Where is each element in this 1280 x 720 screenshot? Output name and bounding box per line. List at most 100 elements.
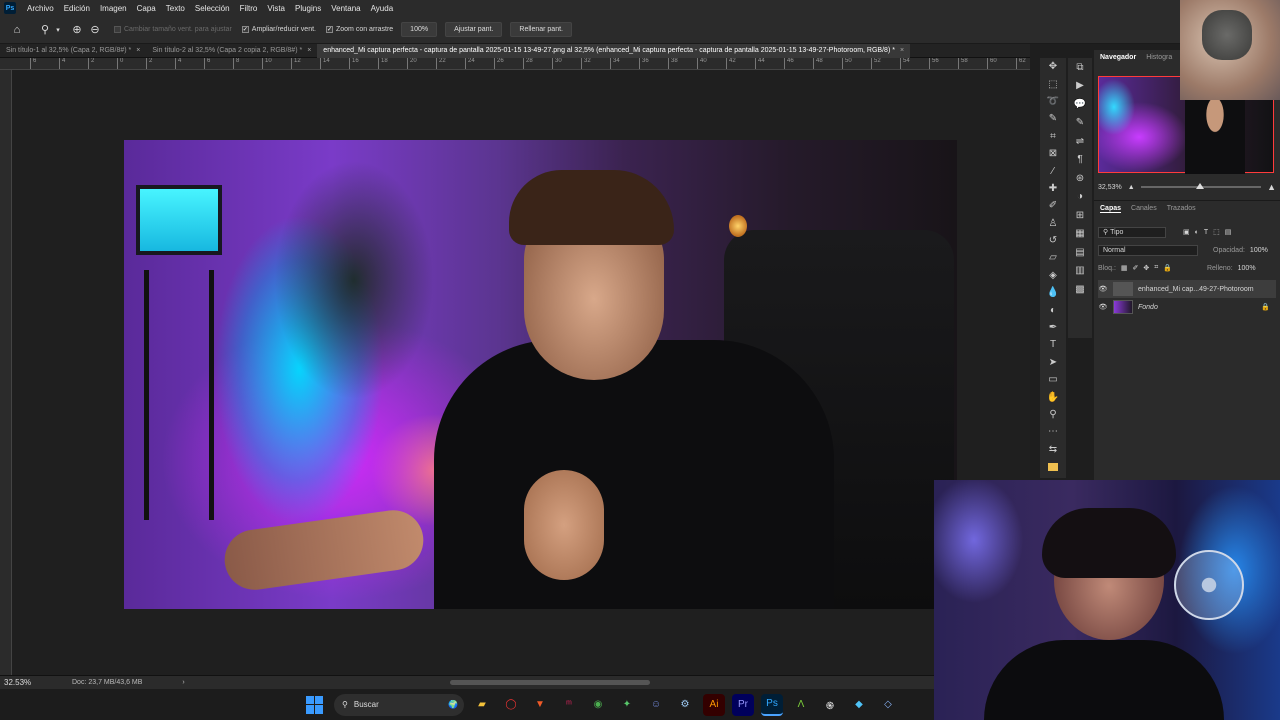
lasso-tool-icon[interactable]: ➰ — [1040, 93, 1066, 110]
layer-name[interactable]: enhanced_Mi cap...49-27-Photoroom — [1138, 286, 1254, 293]
scrubby-zoom-checkbox[interactable]: ✓ Zoom con arrastre — [325, 26, 393, 33]
gradient-tool-icon[interactable]: ◈ — [1040, 267, 1066, 284]
layer-row[interactable]: 👁 enhanced_Mi cap...49-27-Photoroom — [1098, 280, 1276, 298]
pen-tool-icon[interactable]: ✒ — [1040, 319, 1066, 336]
menu-plugins[interactable]: Plugins — [290, 4, 326, 13]
zoom-100-button[interactable]: 100% — [401, 22, 438, 37]
app-icon[interactable]: ᵐ — [558, 694, 580, 716]
taskbar-search[interactable]: ⚲ Buscar 🌍 — [334, 693, 464, 716]
frame-tool-icon[interactable]: ⊠ — [1040, 145, 1066, 162]
crop-tool-icon[interactable]: ⌗ — [1040, 128, 1066, 145]
zoom-out-icon[interactable]: ⊖ — [86, 21, 104, 39]
adjustment-filter-icon[interactable]: ◐ — [1195, 229, 1199, 236]
photoshop-taskbar-icon[interactable]: Ps — [761, 693, 783, 716]
lock-transparent-icon[interactable]: ▦ — [1121, 264, 1128, 272]
zoom-small-icon[interactable]: ▲ — [1128, 184, 1135, 191]
menu-filtro[interactable]: Filtro — [235, 4, 263, 13]
brave-icon[interactable]: ▼ — [529, 694, 551, 716]
steam-icon[interactable]: ⚙ — [674, 694, 696, 716]
zoom-tool-icon[interactable]: ⚲ — [36, 21, 54, 39]
menu-archivo[interactable]: Archivo — [22, 4, 59, 13]
home-icon[interactable]: ⌂ — [8, 21, 26, 39]
tab-layers[interactable]: Capas — [1100, 205, 1122, 213]
menu-ayuda[interactable]: Ayuda — [366, 4, 399, 13]
app-green-icon[interactable]: ✦ — [616, 694, 638, 716]
rectangle-tool-icon[interactable]: ▭ — [1040, 371, 1066, 388]
menu-seleccion[interactable]: Selección — [190, 4, 235, 13]
ruler-horizontal[interactable]: 6 4 2 0 2 4 6 8 10 12 14 16 18 20 22 24 26 28 30 32 34 36 38 40… — [0, 58, 1030, 70]
zoom-in-icon[interactable]: ⊕ — [68, 21, 86, 39]
kind-filter-select[interactable]: ⚲ Tipo — [1098, 226, 1166, 238]
chrome-icon[interactable]: ◉ — [587, 694, 609, 716]
menu-vista[interactable]: Vista — [262, 4, 290, 13]
shape-filter-icon[interactable]: ⬚ — [1213, 228, 1220, 236]
windows-start-icon[interactable] — [306, 695, 324, 714]
close-icon[interactable]: × — [900, 47, 904, 54]
swatches-panel-icon[interactable]: ▥ — [1068, 262, 1092, 281]
status-zoom[interactable]: 32.53% — [0, 678, 60, 687]
zoom-slider[interactable] — [1140, 183, 1262, 189]
pixel-filter-icon[interactable]: ▣ — [1183, 228, 1190, 236]
app-diamond-icon[interactable]: ◇ — [877, 694, 899, 716]
ruler-vertical[interactable] — [0, 70, 12, 675]
healing-tool-icon[interactable]: ✚ — [1040, 180, 1066, 197]
chevron-down-icon[interactable]: ▾ — [54, 21, 62, 39]
opera-icon[interactable]: ◯ — [500, 694, 522, 716]
layer-name[interactable]: Fondo — [1138, 304, 1158, 311]
smart-filter-icon[interactable]: ▤ — [1225, 228, 1232, 236]
fit-screen-button[interactable]: Ajustar pant. — [445, 22, 503, 37]
type-filter-icon[interactable]: T — [1204, 229, 1208, 236]
menu-ventana[interactable]: Ventana — [326, 4, 365, 13]
path-select-tool-icon[interactable]: ➤ — [1040, 354, 1066, 371]
layer-row[interactable]: 👁 Fondo 🔒 — [1098, 298, 1276, 316]
type-tool-icon[interactable]: T — [1040, 336, 1066, 353]
eye-icon[interactable]: 👁 — [1098, 285, 1108, 293]
properties-panel-icon[interactable]: ⊞ — [1068, 206, 1092, 225]
more-tools-icon[interactable]: ⋯ — [1040, 423, 1066, 440]
eye-icon[interactable]: 👁 — [1098, 303, 1108, 311]
patterns-panel-icon[interactable]: ▩ — [1068, 280, 1092, 299]
stamp-tool-icon[interactable]: ♙ — [1040, 215, 1066, 232]
document-image[interactable] — [124, 140, 957, 609]
libraries-panel-icon[interactable]: ▦ — [1068, 225, 1092, 244]
navigator-panel-icon[interactable]: ⊛ — [1068, 169, 1092, 188]
tab-channels[interactable]: Canales — [1131, 205, 1157, 213]
dodge-tool-icon[interactable]: ◐ — [1040, 301, 1066, 318]
opacity-input[interactable]: 100% — [1250, 247, 1268, 254]
lock-position-icon[interactable]: ✥ — [1143, 264, 1149, 272]
zoom-large-icon[interactable]: ▲ — [1267, 182, 1276, 192]
color-swatch-icon[interactable] — [1040, 458, 1066, 475]
discord-icon[interactable]: ☺ — [645, 694, 667, 716]
horizontal-scrollbar[interactable] — [450, 680, 650, 685]
play-action-icon[interactable]: ▶ — [1068, 77, 1092, 96]
brush-tool-icon[interactable]: ✐ — [1040, 197, 1066, 214]
eyedropper-tool-icon[interactable]: ⁄ — [1040, 162, 1066, 179]
adjustments-icon[interactable]: ⇌ — [1068, 132, 1092, 151]
move-tool-icon[interactable]: ✥ — [1040, 58, 1066, 75]
fill-input[interactable]: 100% — [1238, 265, 1256, 272]
quick-select-tool-icon[interactable]: ✎ — [1040, 110, 1066, 127]
history-panel-icon[interactable]: ⧉ — [1068, 58, 1092, 77]
tab-document-3[interactable]: enhanced_Mi captura perfecta - captura d… — [317, 43, 911, 58]
navigator-zoom-value[interactable]: 32,53% — [1098, 184, 1122, 191]
menu-imagen[interactable]: Imagen — [95, 4, 132, 13]
tab-histogram[interactable]: Histogra — [1146, 54, 1172, 61]
chatgpt-icon[interactable]: ֍ — [819, 694, 841, 716]
history-brush-icon[interactable]: ↺ — [1040, 232, 1066, 249]
marquee-tool-icon[interactable]: ⬚ — [1040, 75, 1066, 92]
file-explorer-icon[interactable]: ▰ — [471, 694, 493, 716]
chevron-right-icon[interactable]: › — [182, 679, 184, 686]
color-panel-icon[interactable]: ◑ — [1068, 188, 1092, 207]
gradients-panel-icon[interactable]: ▤ — [1068, 243, 1092, 262]
close-icon[interactable]: × — [307, 47, 311, 54]
zoom-tool-icon[interactable]: ⚲ — [1040, 406, 1066, 423]
zoom-all-windows-checkbox[interactable]: ✓ Ampliar/reducir vent. — [241, 26, 316, 33]
eraser-tool-icon[interactable]: ▱ — [1040, 249, 1066, 266]
brush-settings-icon[interactable]: ✎ — [1068, 114, 1092, 133]
comments-icon[interactable]: 💬 — [1068, 95, 1092, 114]
premiere-icon[interactable]: Pr — [732, 693, 754, 716]
menu-capa[interactable]: Capa — [132, 4, 161, 13]
copilot-icon[interactable]: ◆ — [848, 694, 870, 716]
swap-colors-icon[interactable]: ⇆ — [1040, 441, 1066, 458]
blend-mode-select[interactable]: Normal — [1098, 244, 1198, 256]
